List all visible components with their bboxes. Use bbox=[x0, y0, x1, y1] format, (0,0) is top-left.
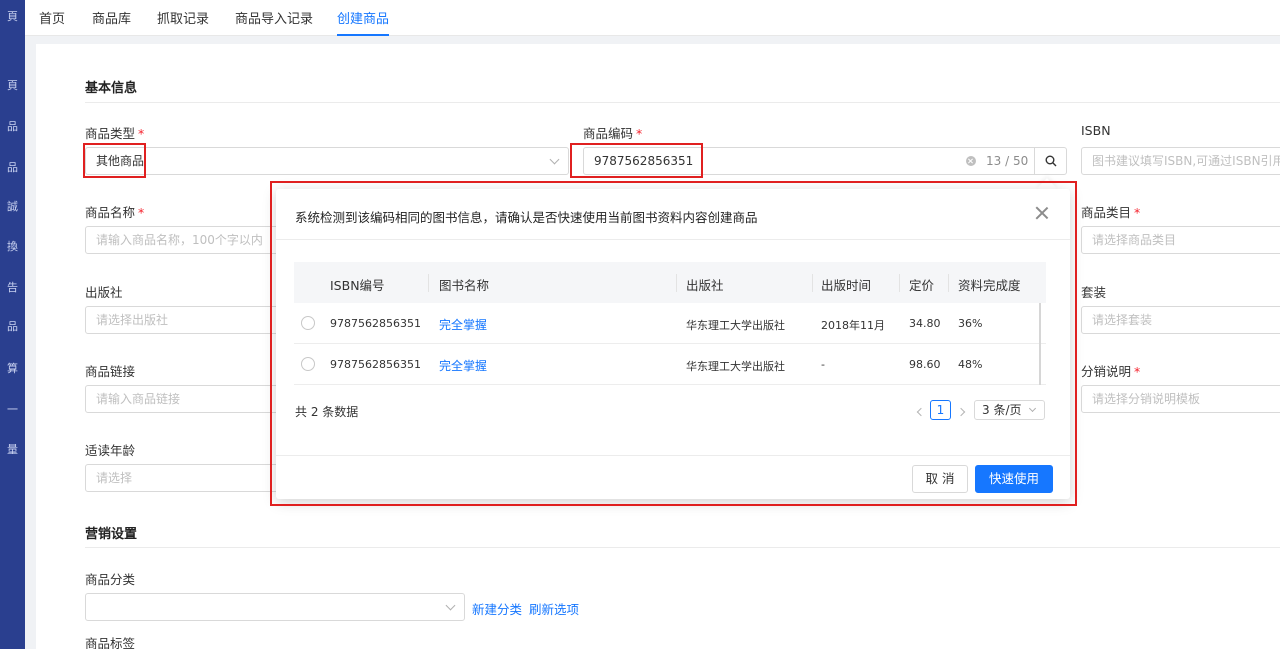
highlight-box bbox=[83, 143, 146, 178]
section-title-basic: 基本信息 bbox=[85, 81, 138, 96]
sidebar-item[interactable]: 品 bbox=[0, 320, 25, 334]
code-label: 商品编码 * bbox=[583, 126, 643, 141]
link-label: 商品链接 bbox=[85, 364, 136, 379]
tab-home[interactable]: 首页 bbox=[39, 8, 65, 36]
classify-select[interactable] bbox=[85, 593, 465, 621]
isbn-input[interactable]: 图书建议填写ISBN,可通过ISBN引用 bbox=[1081, 147, 1280, 175]
sidebar-item[interactable]: 告 bbox=[0, 281, 25, 295]
sidebar-item[interactable]: 量 bbox=[0, 443, 25, 457]
set-select[interactable]: 请选择套装 bbox=[1081, 306, 1280, 334]
set-label: 套装 bbox=[1081, 285, 1107, 300]
category-label: 商品类目 * bbox=[1081, 205, 1141, 220]
age-label: 适读年龄 bbox=[85, 443, 136, 458]
top-tabs: 首页 商品库 抓取记录 商品导入记录 创建商品 bbox=[25, 0, 1280, 36]
new-classify-link[interactable]: 新建分类 bbox=[472, 599, 522, 618]
distribution-select[interactable]: 请选择分销说明模板 bbox=[1081, 385, 1280, 413]
section-title-marketing: 营销设置 bbox=[85, 527, 138, 542]
classify-label: 商品分类 bbox=[85, 572, 136, 587]
divider bbox=[85, 547, 1280, 548]
code-char-count: 13 / 50 bbox=[986, 154, 1029, 168]
clear-icon[interactable] bbox=[966, 156, 976, 166]
publisher-label: 出版社 bbox=[85, 285, 123, 300]
highlight-box bbox=[570, 143, 703, 178]
chevron-down-icon bbox=[445, 600, 456, 611]
sidebar-item[interactable]: 一 bbox=[0, 403, 25, 417]
product-type-label: 商品类型 * bbox=[85, 126, 145, 141]
product-type-select[interactable]: 其他商品 bbox=[85, 147, 569, 175]
highlight-box bbox=[270, 181, 1077, 506]
sidebar-item[interactable]: 頁 bbox=[0, 10, 25, 24]
tab-crawl-records[interactable]: 抓取记录 bbox=[157, 8, 209, 36]
tab-create-product[interactable]: 创建商品 bbox=[337, 8, 390, 36]
distribution-label: 分销说明 * bbox=[1081, 364, 1141, 379]
tab-import-records[interactable]: 商品导入记录 bbox=[235, 8, 313, 36]
tag-label: 商品标签 bbox=[85, 636, 136, 649]
refresh-options-link[interactable]: 刷新选项 bbox=[529, 599, 579, 618]
sidebar: 頁 頁 品 品 誠 換 告 品 算 一 量 bbox=[0, 0, 25, 649]
search-button[interactable] bbox=[1034, 147, 1067, 175]
isbn-label: ISBN bbox=[1081, 123, 1111, 138]
sidebar-item[interactable]: 品 bbox=[0, 161, 25, 175]
divider bbox=[85, 102, 1280, 103]
sidebar-item[interactable]: 換 bbox=[0, 240, 25, 254]
sidebar-item[interactable]: 品 bbox=[0, 120, 25, 134]
search-icon bbox=[1045, 155, 1057, 167]
tab-product-library[interactable]: 商品库 bbox=[92, 8, 131, 36]
name-label: 商品名称 * bbox=[85, 205, 145, 220]
sidebar-item[interactable]: 頁 bbox=[0, 79, 25, 93]
sidebar-item[interactable]: 算 bbox=[0, 362, 25, 376]
chevron-down-icon bbox=[549, 154, 560, 165]
sidebar-item[interactable]: 誠 bbox=[0, 200, 25, 214]
category-select[interactable]: 请选择商品类目 bbox=[1081, 226, 1280, 254]
